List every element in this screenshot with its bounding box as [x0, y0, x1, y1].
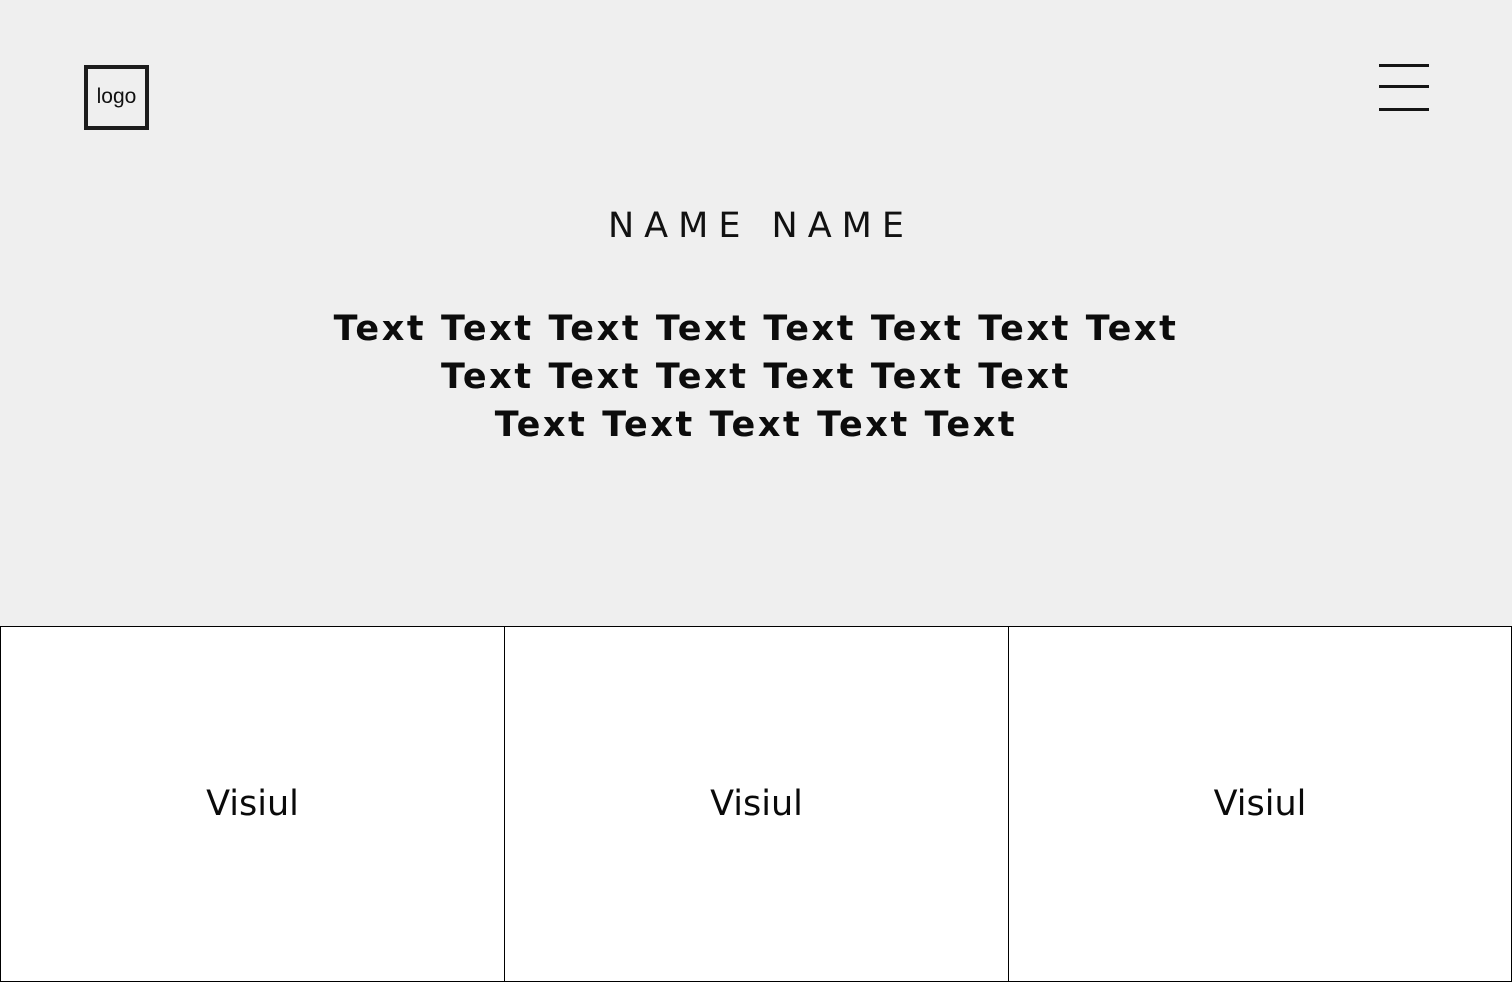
intro-line: Text Text Text Text Text Text Text Text: [333, 309, 1179, 349]
page-title: NAME NAME: [608, 206, 914, 246]
hamburger-menu-icon[interactable]: [1379, 63, 1429, 112]
hero-section: logo NAME NAME Text Text Text Text Text …: [0, 0, 1512, 626]
visual-tile-label: Visiul: [1213, 783, 1307, 824]
visual-tile-label: Visiul: [710, 783, 803, 824]
logo-link[interactable]: logo: [84, 65, 149, 130]
visual-tiles: Visiul Visiul Visiul: [0, 626, 1512, 982]
visual-tile[interactable]: Visiul: [504, 626, 1008, 982]
menu-bar-top: [1379, 64, 1429, 67]
intro-line: Text Text Text Text Text: [494, 405, 1018, 445]
menu-bar-middle: [1379, 85, 1429, 88]
intro-text: Text Text Text Text Text Text Text Text …: [306, 305, 1206, 449]
menu-bar-bottom: [1379, 108, 1429, 111]
intro-line: Text Text Text Text Text Text: [441, 357, 1071, 397]
visual-tile[interactable]: Visiul: [0, 626, 504, 982]
logo-text: logo: [96, 85, 137, 108]
visual-tile-label: Visiul: [206, 783, 299, 824]
visual-tile[interactable]: Visiul: [1008, 626, 1512, 982]
